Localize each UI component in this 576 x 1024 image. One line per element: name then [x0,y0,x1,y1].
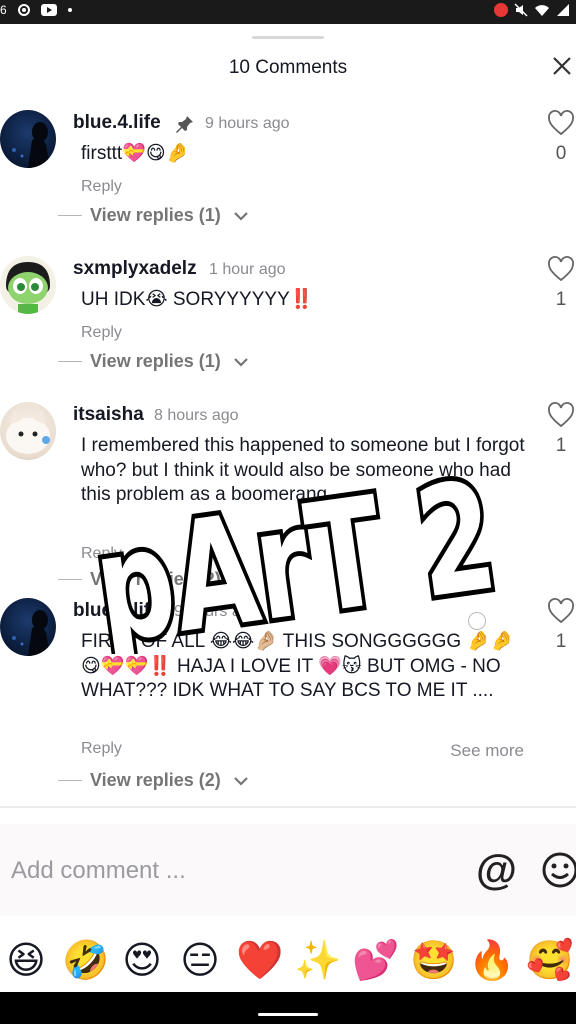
reply-button[interactable]: Reply [81,324,122,342]
record-icon [494,3,508,17]
like-button[interactable]: 1 [546,598,576,653]
emoji-rofl[interactable]: 🤣 [62,938,109,982]
mute-icon [514,3,528,17]
reply-button[interactable]: Reply [81,178,122,196]
see-more-button[interactable]: See more [450,741,524,761]
mention-button[interactable]: @ [476,846,517,894]
view-replies-button[interactable]: View replies (2) [58,770,249,791]
comment-item: blue.4.life 9 hours ago firsttt💝😋🤌 Reply… [0,110,576,240]
add-comment-input[interactable]: Add comment ... [11,857,186,885]
view-replies-label: View replies (1) [90,205,221,225]
username[interactable]: blue.4.life [73,112,161,134]
avatar[interactable] [0,402,56,460]
smiley-icon [542,852,576,888]
emoji-red-heart[interactable]: ❤️ [236,938,283,982]
compose-bar: Add comment ... @ [0,824,576,916]
comment-time: 1 hour ago [209,261,286,278]
view-replies-button[interactable]: View replies (2) [58,569,249,590]
reply-button[interactable]: Reply [81,740,122,758]
signal-icon [557,4,569,16]
chevron-down-icon [233,211,248,221]
status-left-icons: 6 [0,3,73,17]
emoji-picker-button[interactable] [540,850,576,890]
username[interactable]: blue.4.life [73,600,161,622]
compose-divider [0,806,576,808]
comment-time: 8 hours ago [154,407,239,424]
reply-button[interactable]: Reply [81,545,122,563]
like-button[interactable]: 1 [546,402,576,457]
like-count: 1 [555,631,567,652]
comment-text: firsttt💝😋🤌 [81,143,190,164]
emoji-expressionless[interactable]: 😑 [178,938,222,982]
youtube-icon [40,4,57,16]
status-right-icons [494,3,570,17]
dot-icon [67,8,72,12]
view-replies-button[interactable]: View replies (1) [58,205,249,226]
like-button[interactable]: 0 [546,110,576,165]
comment-time: 9 hours ago [205,115,290,132]
chevron-down-icon [233,776,248,786]
wifi-icon [535,5,549,16]
settings-icon [17,4,30,16]
emoji-smiling-hearts[interactable]: 🥰 [526,938,573,982]
divider-line [58,215,82,216]
status-bar: 6 [0,0,576,24]
emoji-heart-eyes[interactable]: 😍 [120,938,164,982]
view-replies-label: View replies (1) [90,351,221,371]
comment-item: blue.4.life 9 hours ago FIRST OF ALL 😂😂🤌… [0,598,576,798]
like-count: 1 [555,289,567,310]
comment-text: FIRST OF ALL 😂😂🤌🏼 THIS SONGGGGGG 🤌🤌😋💝💝‼️… [81,631,514,701]
chevron-down-icon [233,357,248,367]
close-icon [553,57,571,75]
emoji-sparkles[interactable]: ✨ [294,938,341,982]
emoji-star-struck[interactable]: 🤩 [410,938,457,982]
emoji-two-hearts[interactable]: 💕 [352,938,399,982]
loading-spinner-icon [468,612,486,630]
username[interactable]: itsaisha [73,404,144,426]
comments-sheet: 10 Comments blue.4.life 9 hours ago firs… [0,24,576,1024]
quick-emoji-bar: 😆 🤣 😍 😑 ❤️ ✨ 💕 🤩 🔥 🥰 [0,938,576,990]
view-replies-label: View replies (2) [90,770,221,790]
like-count: 0 [555,143,567,164]
username[interactable]: sxmplyxadelz [73,258,197,280]
view-replies-button[interactable]: View replies (1) [58,351,249,372]
heart-icon [548,110,574,136]
heart-icon [548,256,574,282]
status-number: 6 [0,3,7,17]
comment-item: itsaisha 8 hours ago I remembered this h… [0,402,576,589]
system-nav-bar [0,992,576,1024]
chevron-down-icon [233,575,248,585]
divider-line [58,579,82,580]
pin-icon [176,116,193,133]
like-count: 1 [555,435,567,456]
like-button[interactable]: 1 [546,256,576,311]
avatar[interactable] [0,110,56,168]
heart-icon [548,598,574,624]
comment-text: UH IDK😭 SORYYYYYY‼️ [81,289,314,310]
avatar[interactable] [0,598,56,656]
avatar[interactable] [0,256,56,314]
view-replies-label: View replies (2) [90,569,221,589]
comment-item: sxmplyxadelz 1 hour ago UH IDK😭 SORYYYYY… [0,256,576,386]
comment-time: 9 hours ago [174,603,259,620]
emoji-laughing[interactable]: 😆 [4,938,48,982]
comments-count-title: 10 Comments [228,57,348,78]
heart-icon [548,402,574,428]
divider-line [58,780,82,781]
emoji-fire[interactable]: 🔥 [468,938,515,982]
divider-line [58,361,82,362]
home-indicator[interactable] [258,1013,318,1016]
drag-handle[interactable] [252,36,324,39]
close-button[interactable] [550,54,574,78]
comment-text: I remembered this happened to someone bu… [81,435,525,505]
